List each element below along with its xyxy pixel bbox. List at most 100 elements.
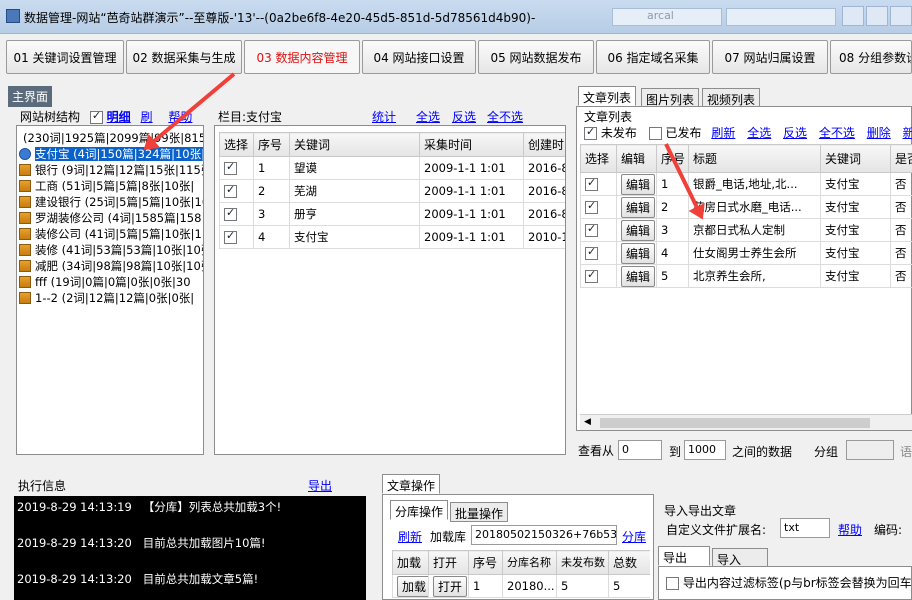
article-hscrollbar[interactable]: ◀	[580, 414, 912, 430]
load-db-select[interactable]: 20180502150326+76b5318b	[471, 525, 617, 545]
col-db-name[interactable]: 分库名称	[502, 550, 557, 575]
tree-item[interactable]: 工商 (51词|5篇|5篇|8张|10张|	[17, 178, 203, 194]
title-search-box[interactable]: arcal	[612, 8, 722, 26]
split-db-link[interactable]: 分库	[622, 528, 646, 545]
edit-button[interactable]: 编辑	[621, 173, 656, 195]
table-row[interactable]: 编辑 4 仕女阁男士养生会所 支付宝 否	[580, 241, 912, 265]
published-checkbox[interactable]	[648, 127, 662, 140]
title-search-box-2[interactable]	[726, 8, 836, 26]
row-checkbox[interactable]	[585, 268, 598, 283]
detail-link[interactable]: 明细	[107, 110, 131, 124]
col-total[interactable]: 总数	[608, 550, 650, 575]
ext-input[interactable]: txt	[780, 518, 830, 538]
tab-batch-ops[interactable]: 批量操作	[450, 502, 509, 522]
tab-site-owner[interactable]: 07 网站归属设置	[712, 40, 828, 74]
stats-link[interactable]: 统计	[372, 108, 396, 125]
article-select-all-link[interactable]: 全选	[747, 126, 771, 140]
col-keyword[interactable]: 关键词	[820, 144, 891, 173]
tab-split-ops[interactable]: 分库操作	[390, 500, 449, 520]
tree-item[interactable]: 支付宝 (4词|150篇|324篇|10张|	[17, 146, 203, 162]
row-checkbox[interactable]	[224, 183, 237, 198]
col-select[interactable]: 选择	[219, 132, 254, 157]
tab-data-content[interactable]: 03 数据内容管理	[244, 40, 360, 74]
col-keyword[interactable]: 关键词	[289, 132, 420, 157]
tab-data-collection[interactable]: 02 数据采集与生成	[126, 40, 242, 74]
col-unpublished[interactable]: 未发布数	[556, 550, 609, 575]
minimize-button[interactable]	[842, 6, 864, 26]
tree-item[interactable]: 装修公司 (41词|5篇|5篇|10张|1	[17, 226, 203, 242]
col-select[interactable]: 选择	[580, 144, 617, 173]
row-checkbox[interactable]	[224, 160, 237, 175]
tree-item[interactable]: 罗湖装修公司 (4词|1585篇|158	[17, 210, 203, 226]
article-delete-link[interactable]: 删除	[867, 126, 891, 140]
tab-domain-collect[interactable]: 06 指定域名采集	[596, 40, 710, 74]
scroll-thumb[interactable]	[600, 418, 870, 428]
edit-button[interactable]: 编辑	[621, 265, 656, 287]
col-published[interactable]: 是否发	[890, 144, 912, 173]
tab-keyword-settings[interactable]: 01 关键词设置管理	[6, 40, 124, 74]
select-all-link[interactable]: 全选	[416, 108, 440, 125]
table-row[interactable]: 编辑 5 北京养生会所, 支付宝 否	[580, 264, 912, 288]
article-refresh-link[interactable]: 刷新	[711, 126, 735, 140]
tab-site-interface[interactable]: 04 网站接口设置	[362, 40, 476, 74]
tree-item[interactable]: fff (19词|0篇|0篇|0张|0张|30	[17, 274, 203, 290]
select-none-link[interactable]: 全不选	[487, 108, 523, 125]
row-checkbox[interactable]	[585, 245, 598, 260]
edit-button[interactable]: 编辑	[621, 242, 656, 264]
table-row[interactable]: 编辑 3 京都日式私人定制 支付宝 否	[580, 218, 912, 242]
article-select-none-link[interactable]: 全不选	[819, 126, 855, 140]
tree-item[interactable]: 1--2 (2词|12篇|12篇|0张|0张|	[17, 290, 203, 306]
table-row[interactable]: 3 册亨 2009-1-1 1:01 2016-8	[219, 202, 565, 226]
table-row[interactable]: 1 望谟 2009-1-1 1:01 2016-8	[219, 156, 565, 180]
table-row[interactable]: 编辑 1 银爵_电话,地址,北... 支付宝 否	[580, 172, 912, 196]
col-open[interactable]: 打开	[428, 550, 469, 575]
row-checkbox[interactable]	[224, 206, 237, 221]
tab-article-list[interactable]: 文章列表	[578, 86, 637, 106]
scroll-left-icon[interactable]: ◀	[584, 417, 591, 427]
row-checkbox[interactable]	[585, 199, 598, 214]
col-created[interactable]: 创建时	[523, 132, 565, 157]
filter-tags-checkbox[interactable]	[666, 577, 679, 590]
table-row[interactable]: 编辑 2 花房日式水磨_电话... 支付宝 否	[580, 195, 912, 219]
detail-checkbox[interactable]	[89, 109, 103, 124]
tree-summary-row[interactable]: (230词|1925篇|2099篇|99张|815张	[17, 130, 203, 146]
col-title[interactable]: 标题	[688, 144, 821, 173]
tab-video-list[interactable]: 视频列表	[702, 88, 761, 108]
ops-refresh-link[interactable]: 刷新	[398, 528, 422, 545]
table-row[interactable]: 4 支付宝 2009-1-1 1:01 2010-1	[219, 225, 565, 249]
tree-item[interactable]: 建设银行 (25词|5篇|5篇|10张|10	[17, 194, 203, 210]
exec-export-link[interactable]: 导出	[308, 477, 332, 494]
col-load[interactable]: 加载	[392, 550, 429, 575]
edit-button[interactable]: 编辑	[621, 196, 656, 218]
from-input[interactable]: 0	[618, 440, 662, 460]
col-edit[interactable]: 编辑	[616, 144, 657, 173]
unpublished-checkbox[interactable]	[584, 125, 597, 140]
to-input[interactable]: 1000	[684, 440, 726, 460]
col-no[interactable]: 序号	[253, 132, 290, 157]
tab-site-publish[interactable]: 05 网站数据发布	[478, 40, 594, 74]
row-checkbox[interactable]	[585, 222, 598, 237]
tree-refresh-link[interactable]: 刷	[141, 110, 153, 124]
io-help-link[interactable]: 帮助	[838, 521, 862, 538]
article-invert-link[interactable]: 反选	[783, 126, 807, 140]
tab-group-params[interactable]: 08 分组参数设	[830, 40, 912, 74]
col-collect-time[interactable]: 采集时间	[419, 132, 524, 157]
tree-item[interactable]: 银行 (9词|12篇|12篇|15张|115张	[17, 162, 203, 178]
tab-article-ops[interactable]: 文章操作	[382, 474, 441, 494]
row-checkbox[interactable]	[224, 229, 237, 244]
col-no[interactable]: 序号	[468, 550, 503, 575]
edit-button[interactable]: 编辑	[621, 219, 656, 241]
tab-image-list[interactable]: 图片列表	[641, 88, 700, 108]
article-new-link[interactable]: 新	[903, 126, 912, 140]
invert-select-link[interactable]: 反选	[452, 108, 476, 125]
row-checkbox[interactable]	[585, 176, 598, 191]
tab-export[interactable]: 导出	[658, 546, 710, 566]
load-button[interactable]: 加载	[397, 575, 428, 597]
tree-item[interactable]: 减肥 (34词|98篇|98篇|10张|10张	[17, 258, 203, 274]
group-select[interactable]	[846, 440, 894, 460]
table-row[interactable]: 2 芜湖 2009-1-1 1:01 2016-8	[219, 179, 565, 203]
maximize-button[interactable]	[866, 6, 888, 26]
tab-import[interactable]: 导入	[712, 548, 768, 568]
table-row[interactable]: 加载 打开 1 20180... 5 5	[392, 574, 650, 598]
tree-item[interactable]: 装修 (41词|53篇|53篇|10张|10张	[17, 242, 203, 258]
